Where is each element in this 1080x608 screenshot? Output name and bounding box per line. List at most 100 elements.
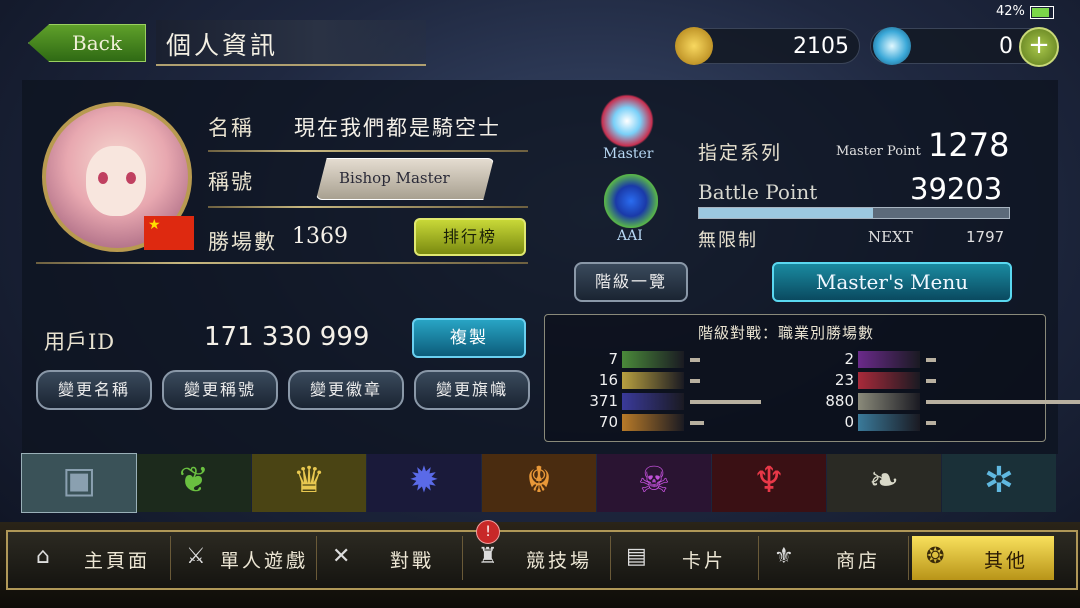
change-emblem-button[interactable]: 變更徽章 xyxy=(288,370,404,410)
class-win-count: 2 xyxy=(844,350,854,368)
haven-class-icon: ❧ xyxy=(868,460,900,501)
master-point-label: Master Point xyxy=(836,144,921,159)
format-label: 無限制 xyxy=(698,230,758,251)
battery-indicator: 42% xyxy=(996,4,1058,20)
crystal-icon xyxy=(873,27,911,65)
nav-home[interactable]: ⌂ 主頁面 xyxy=(22,536,171,580)
portal-class-icon: ✲ xyxy=(983,460,1015,501)
class-win-count: 16 xyxy=(598,371,618,389)
arena-alert-badge: ! xyxy=(476,520,500,544)
ranking-button[interactable]: 排行榜 xyxy=(414,218,526,256)
user-id-value: 171 330 999 xyxy=(204,322,370,352)
crystal-value: 0 xyxy=(999,34,1013,59)
name-value: 現在我們都是騎空士 xyxy=(294,116,501,140)
class-stats-title: 階級對戰：職業別勝場數 xyxy=(698,324,875,342)
nav-arena-label: 競技場 xyxy=(526,550,593,572)
class-win-bar xyxy=(926,400,1080,404)
shop-icon: ⚜ xyxy=(774,544,797,569)
nav-battle[interactable]: ✕ 對戰 xyxy=(318,536,463,580)
class-win-bar xyxy=(690,421,704,425)
class-win-count: 880 xyxy=(825,392,854,410)
change-title-button[interactable]: 變更稱號 xyxy=(162,370,278,410)
nav-cards[interactable]: ▤ 卡片 xyxy=(612,536,759,580)
sword-icon: ⚔ xyxy=(186,544,209,569)
back-button[interactable]: Back xyxy=(28,24,146,62)
crossed-swords-icon: ✕ xyxy=(332,544,354,569)
class-tab-portal[interactable]: ✲ xyxy=(942,454,1056,512)
class-win-count: 0 xyxy=(844,413,854,431)
aai-rank-emblem xyxy=(604,174,658,228)
add-crystal-button[interactable]: + xyxy=(1019,27,1059,67)
nav-shop-label: 商店 xyxy=(836,550,881,572)
battle-point-label: Battle Point xyxy=(698,180,818,204)
nav-solo[interactable]: ⚔ 單人遊戲 xyxy=(172,536,317,580)
flag-icon: ★ xyxy=(144,216,194,250)
gold-coin-icon xyxy=(675,27,713,65)
class-win-bar xyxy=(926,379,936,383)
neutral-class-icon: ▣ xyxy=(61,460,96,501)
cards-icon: ▤ xyxy=(626,544,650,569)
class-tab-shadow[interactable]: ☠ xyxy=(597,454,711,512)
title-label: 稱號 xyxy=(208,170,254,194)
forest-class-icon: ❦ xyxy=(178,460,210,501)
back-label: Back xyxy=(72,31,122,55)
copy-button[interactable]: 複製 xyxy=(412,318,526,358)
nav-battle-label: 對戰 xyxy=(390,550,435,572)
sword-class-icon: ♛ xyxy=(292,460,326,501)
class-tab-blood[interactable]: ♆ xyxy=(712,454,826,512)
name-label: 名稱 xyxy=(208,116,254,140)
rune-class-icon: ✹ xyxy=(408,460,440,501)
title-badge: Bishop Master xyxy=(316,158,494,200)
class-win-bar xyxy=(690,400,762,404)
master-menu-button[interactable]: Master's Menu xyxy=(772,262,1012,302)
change-flag-button[interactable]: 變更旗幟 xyxy=(414,370,530,410)
battle-point-progress xyxy=(698,207,1010,219)
battery-icon xyxy=(1030,6,1054,19)
rank-list-button[interactable]: 階級一覽 xyxy=(574,262,688,302)
runecraft-icon xyxy=(622,393,684,410)
class-win-bar xyxy=(926,358,936,362)
next-label: NEXT xyxy=(868,228,913,246)
shadowcraft-icon xyxy=(858,351,920,368)
class-tab-forest[interactable]: ❦ xyxy=(137,454,251,512)
wins-label: 勝場數 xyxy=(208,230,277,254)
change-name-button[interactable]: 變更名稱 xyxy=(36,370,152,410)
title-badge-text: Bishop Master xyxy=(339,169,450,187)
class-win-bar xyxy=(926,421,936,425)
master-point-value: 1278 xyxy=(928,126,1010,164)
nav-other-label: 其他 xyxy=(984,550,1029,572)
class-win-count: 7 xyxy=(608,350,618,368)
next-value: 1797 xyxy=(966,228,1005,246)
dragoncraft-icon xyxy=(622,414,684,431)
nav-cards-label: 卡片 xyxy=(682,550,727,572)
master-rank-label: Master xyxy=(603,146,654,162)
nav-other[interactable]: ❂ 其他 xyxy=(912,536,1054,580)
class-tab-haven[interactable]: ❧ xyxy=(827,454,941,512)
class-tab-rune[interactable]: ✹ xyxy=(367,454,481,512)
class-tab-sword[interactable]: ♛ xyxy=(252,454,366,512)
user-id-label: 用戶ID xyxy=(44,330,116,354)
class-win-bar xyxy=(690,379,700,383)
nav-solo-label: 單人遊戲 xyxy=(220,550,309,572)
battle-point-value: 39203 xyxy=(910,172,1003,206)
other-icon: ❂ xyxy=(926,544,948,569)
dragon-class-icon: ☬ xyxy=(526,460,552,501)
blood-class-icon: ♆ xyxy=(752,460,786,501)
class-label: 指定系列 xyxy=(698,142,783,164)
class-tab-neutral[interactable]: ▣ xyxy=(21,453,137,513)
havencraft-icon xyxy=(858,393,920,410)
class-tab-dragon[interactable]: ☬ xyxy=(482,454,596,512)
arena-icon: ♜ xyxy=(478,544,501,569)
class-win-bar xyxy=(690,358,700,362)
page-title: 個人資訊 xyxy=(166,31,279,60)
battery-percent: 42% xyxy=(996,4,1025,19)
nav-shop[interactable]: ⚜ 商店 xyxy=(760,536,909,580)
forestcraft-icon xyxy=(622,351,684,368)
home-icon: ⌂ xyxy=(36,544,53,569)
page-title-bar: 個人資訊 xyxy=(156,20,426,66)
wins-value: 1369 xyxy=(292,224,348,249)
class-win-count: 371 xyxy=(589,392,618,410)
class-win-count: 70 xyxy=(598,413,618,431)
crystal-counter: 0 + xyxy=(870,27,1059,67)
shadow-class-icon: ☠ xyxy=(637,460,671,501)
